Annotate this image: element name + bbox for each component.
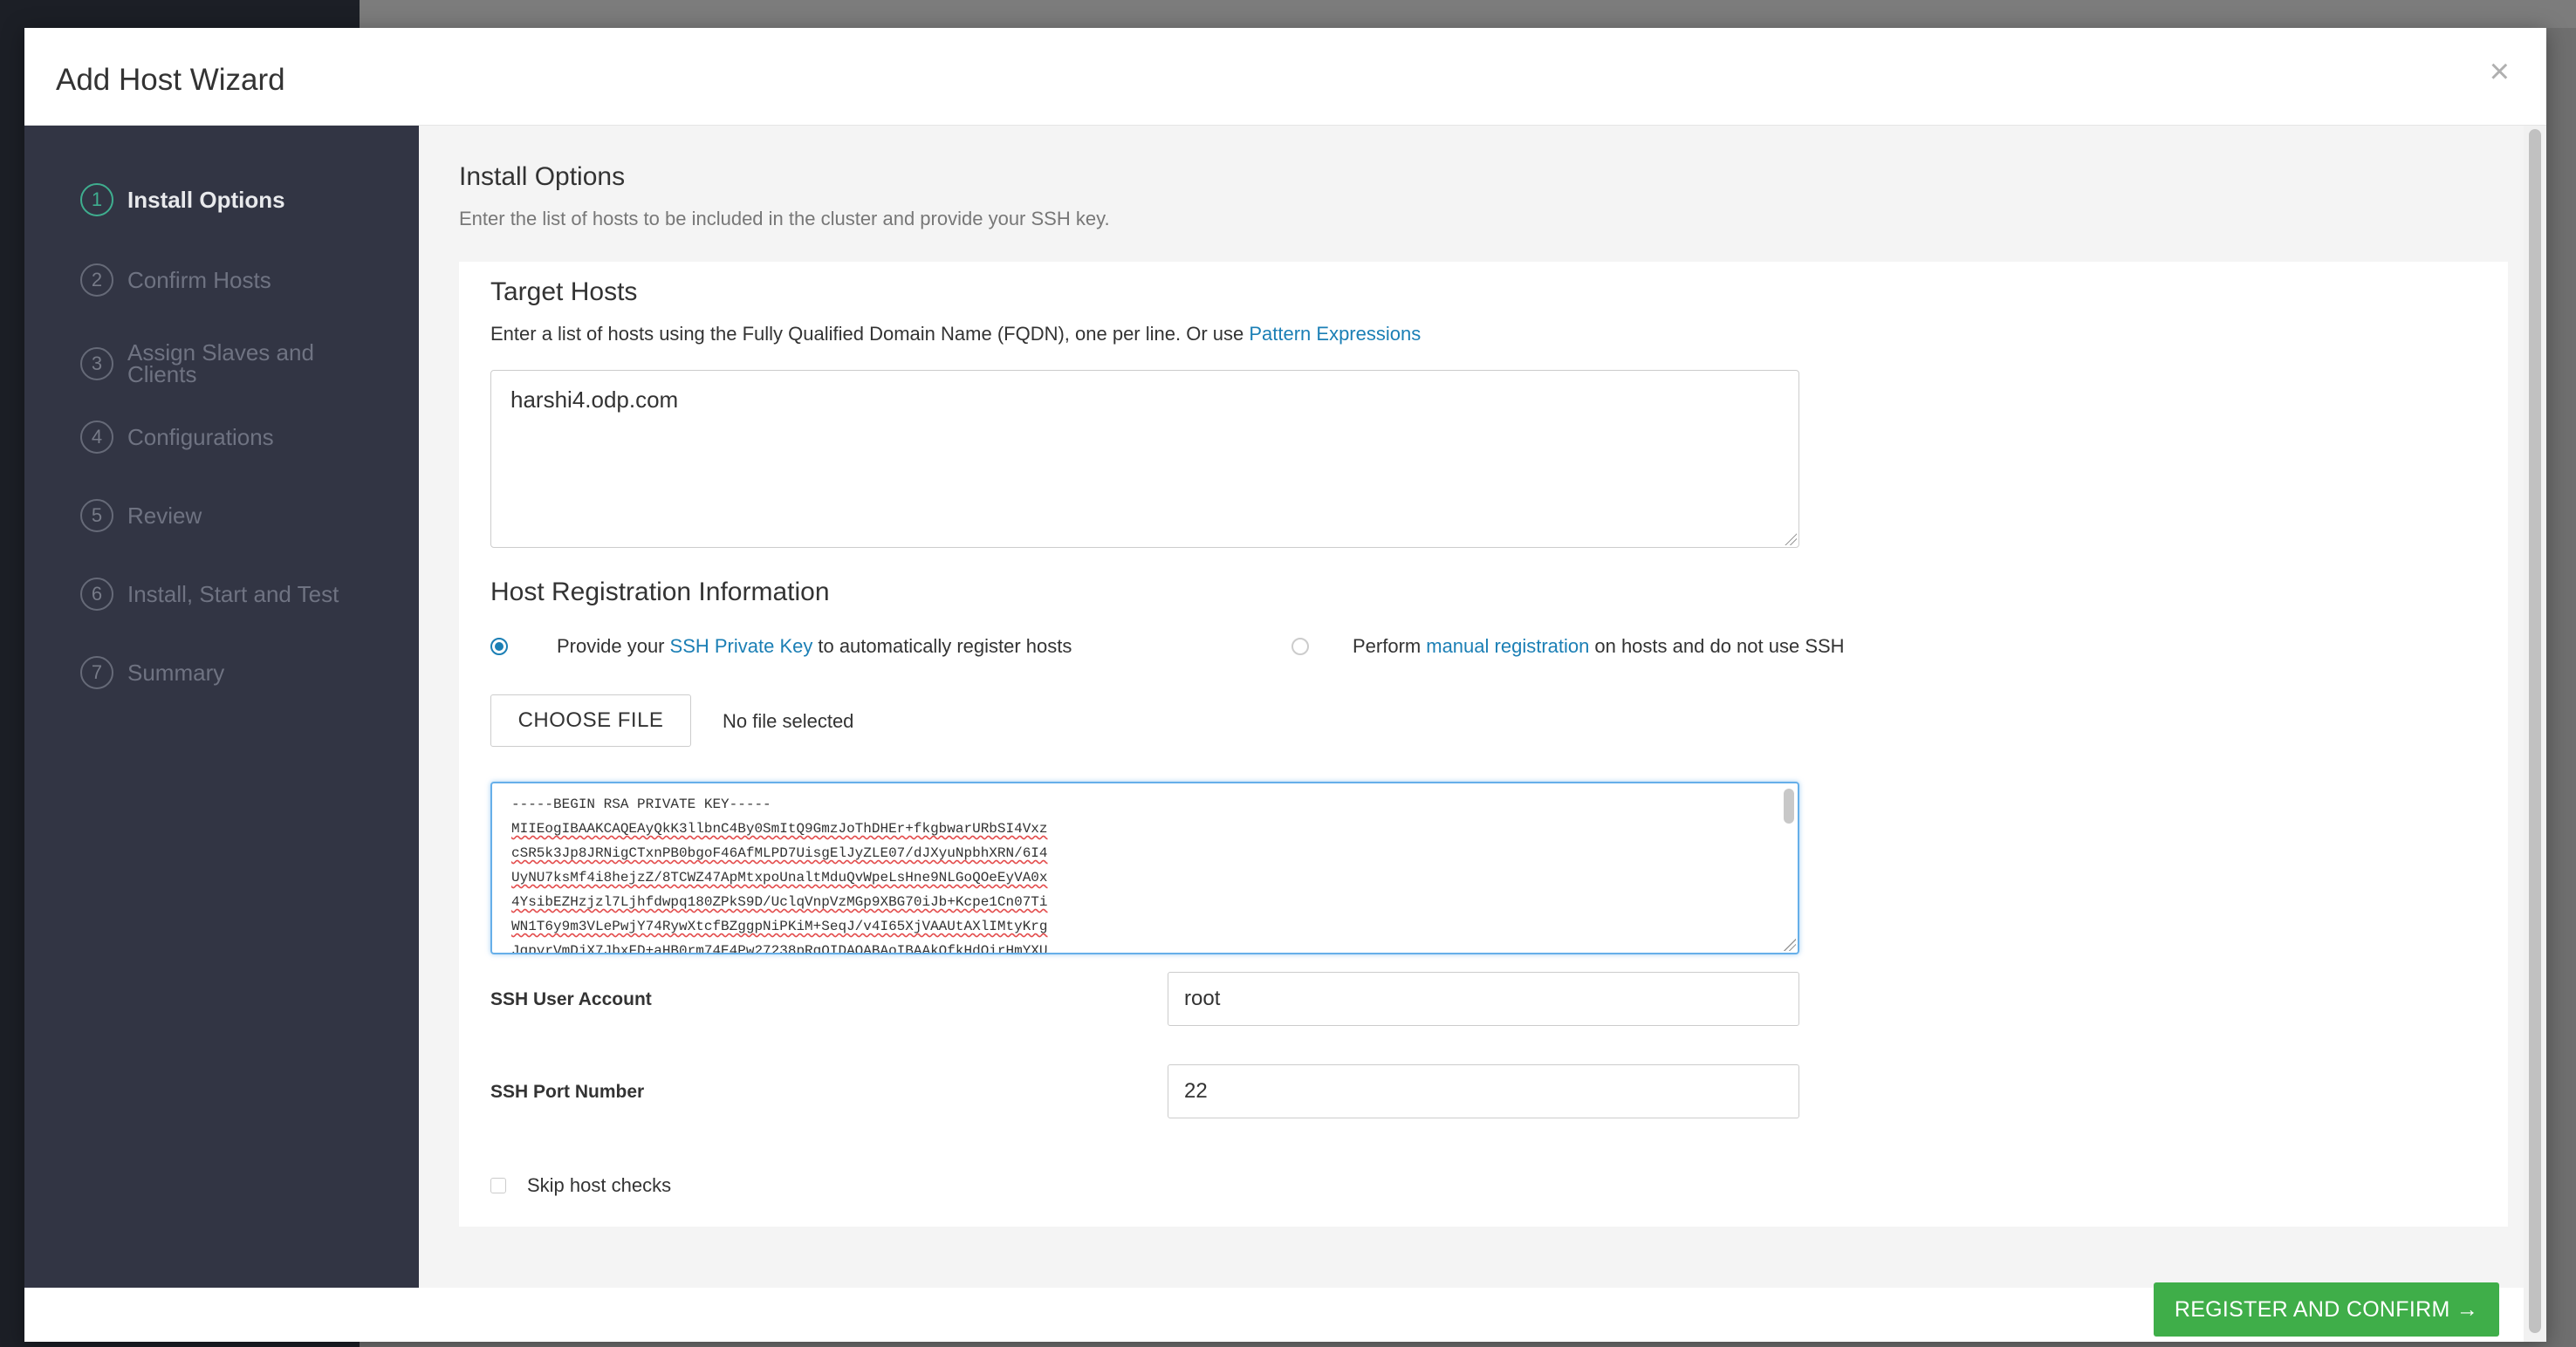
background-topbar: [360, 0, 2576, 28]
step-number-icon: 1: [80, 183, 113, 216]
key-line: cSR5k3Jp8JRNigCTxnPB0bgoF46AfMLPD7UisgEl…: [511, 845, 1048, 861]
install-options-panel: Target Hosts Enter a list of hosts using…: [459, 262, 2508, 1227]
ssh-user-input[interactable]: root: [1168, 972, 1799, 1026]
key-line: UyNU7ksMf4i8hejzZ/8TCWZ47ApMtxpoUnaltMdu…: [511, 870, 1048, 885]
wizard-steps-sidebar: 1 Install Options 2 Confirm Hosts 3 Assi…: [24, 126, 419, 1288]
ssh-key-textarea[interactable]: -----BEGIN RSA PRIVATE KEY----- MIIEogIB…: [490, 782, 1799, 954]
ssh-private-key-link[interactable]: SSH Private Key: [670, 635, 813, 658]
target-hosts-description: Enter a list of hosts using the Fully Qu…: [490, 323, 1421, 345]
page-title: Install Options: [459, 162, 626, 191]
step-label: Configurations: [127, 423, 274, 450]
step-assign-slaves[interactable]: 3 Assign Slaves and Clients: [80, 339, 328, 387]
step-review[interactable]: 5 Review: [80, 499, 202, 532]
ssh-option-suffix: to automatically register hosts: [818, 635, 1072, 657]
key-line: JqpyrVmDjX7JbxFD+aHB0rm74E4Pw27238pRqOID…: [511, 943, 1048, 954]
step-label: Install Options: [127, 186, 285, 213]
ssh-option-prefix: Provide your: [557, 635, 665, 657]
choose-file-button[interactable]: CHOOSE FILE: [490, 694, 691, 747]
key-line: WN1T6y9m3VLePwjY74RywXtcfBZggpNiPKiM+Seq…: [511, 919, 1048, 934]
modal-scrollbar-thumb[interactable]: [2529, 129, 2541, 1333]
step-number-icon: 4: [80, 421, 113, 454]
target-hosts-description-text: Enter a list of hosts using the Fully Qu…: [490, 323, 1250, 345]
ssh-radio-button[interactable]: [490, 638, 508, 655]
ssh-user-label: SSH User Account: [490, 989, 652, 1009]
manual-registration-link[interactable]: manual registration: [1426, 635, 1589, 658]
wizard-content: Install Options Enter the list of hosts …: [419, 126, 2546, 1288]
skip-host-checks-option[interactable]: Skip host checks: [490, 1174, 671, 1197]
step-install-options[interactable]: 1 Install Options: [80, 183, 285, 216]
target-hosts-value: harshi4.odp.com: [510, 386, 679, 413]
step-label: Summary: [127, 659, 225, 686]
page-subtitle: Enter the list of hosts to be included i…: [459, 208, 1110, 229]
step-label: Confirm Hosts: [127, 266, 271, 293]
step-number-icon: 7: [80, 656, 113, 689]
modal-body: 1 Install Options 2 Confirm Hosts 3 Assi…: [24, 126, 2546, 1288]
step-label: Install, Start and Test: [127, 580, 339, 607]
key-scrollbar-thumb[interactable]: [1784, 789, 1794, 824]
ssh-user-value: root: [1184, 987, 1221, 1010]
step-number-icon: 2: [80, 263, 113, 297]
manual-radio-button[interactable]: [1291, 638, 1309, 655]
step-label: Assign Slaves and Clients: [127, 339, 314, 387]
host-registration-title: Host Registration Information: [490, 578, 830, 606]
modal-title: Add Host Wizard: [56, 63, 285, 97]
ssh-port-label: SSH Port Number: [490, 1082, 645, 1102]
close-icon[interactable]: ×: [2490, 54, 2510, 89]
step-label: Review: [127, 502, 202, 529]
step-number-icon: 5: [80, 499, 113, 532]
step-number-icon: 6: [80, 578, 113, 611]
add-host-wizard-modal: Add Host Wizard × 1 Install Options 2 Co…: [24, 28, 2546, 1342]
manual-registration-option[interactable]: Perform manual registration on hosts and…: [1291, 635, 1845, 658]
step-confirm-hosts[interactable]: 2 Confirm Hosts: [80, 263, 271, 297]
ssh-port-value: 22: [1184, 1079, 1208, 1103]
key-line: 4YsibEZHzjzl7Ljhfdwpq180ZPkS9D/UclqVnpVz…: [511, 894, 1048, 910]
key-line: -----BEGIN RSA PRIVATE KEY-----: [511, 797, 771, 812]
modal-header: Add Host Wizard ×: [24, 28, 2546, 126]
register-and-confirm-button[interactable]: REGISTER AND CONFIRM →: [2154, 1282, 2499, 1337]
step-number-icon: 3: [80, 347, 113, 380]
resize-handle-icon[interactable]: [1785, 533, 1797, 545]
manual-option-suffix: on hosts and do not use SSH: [1594, 635, 1845, 657]
key-line: MIIEogIBAAKCAQEAyQkK3llbnC4By0SmItQ9GmzJ…: [511, 821, 1048, 837]
target-hosts-textarea[interactable]: harshi4.odp.com: [490, 370, 1799, 548]
pattern-expressions-link[interactable]: Pattern Expressions: [1249, 323, 1421, 345]
manual-option-prefix: Perform: [1353, 635, 1422, 657]
target-hosts-title: Target Hosts: [490, 277, 638, 306]
skip-host-checks-label: Skip host checks: [527, 1174, 672, 1196]
ssh-port-input[interactable]: 22: [1168, 1064, 1799, 1118]
step-summary[interactable]: 7 Summary: [80, 656, 224, 689]
step-configurations[interactable]: 4 Configurations: [80, 421, 274, 454]
resize-handle-icon[interactable]: [1784, 939, 1796, 951]
step-install-start-test[interactable]: 6 Install, Start and Test: [80, 578, 339, 611]
skip-host-checks-checkbox[interactable]: [490, 1178, 506, 1193]
ssh-registration-option[interactable]: Provide your SSH Private Key to automati…: [490, 635, 1072, 658]
file-status-text: No file selected: [723, 710, 854, 732]
